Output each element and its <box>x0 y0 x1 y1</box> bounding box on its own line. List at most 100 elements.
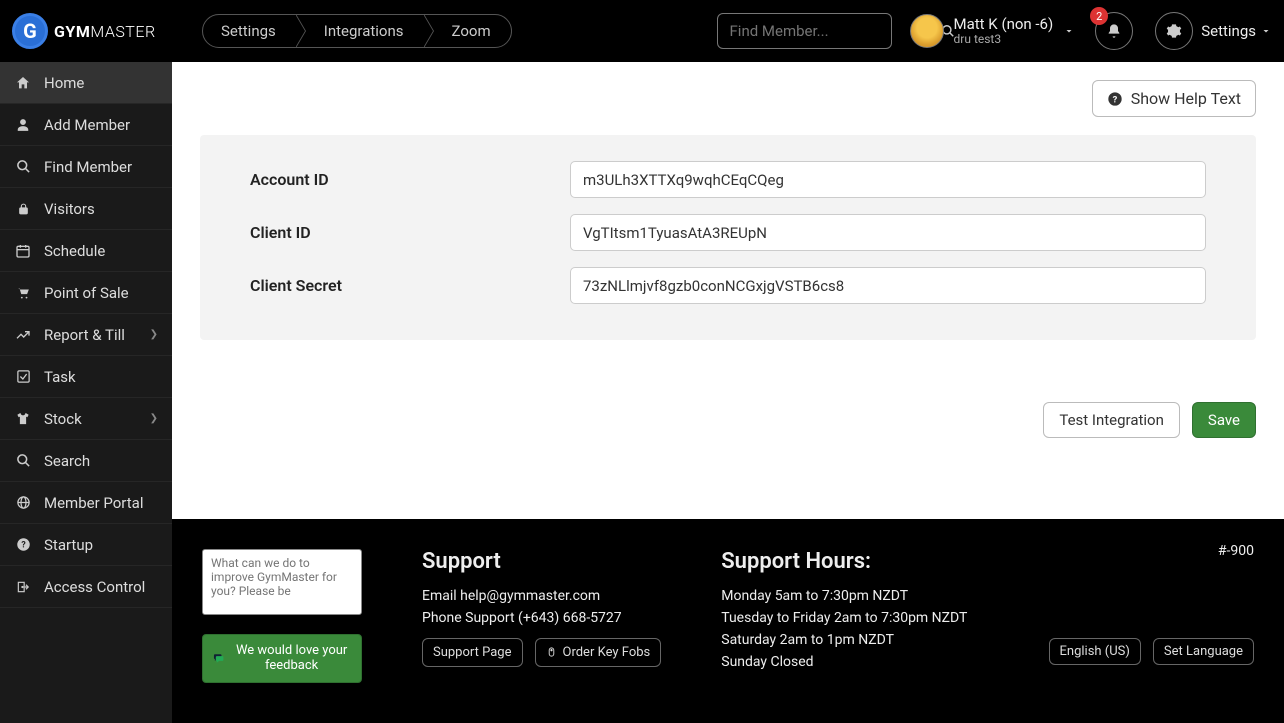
search-icon <box>14 453 32 468</box>
chevron-down-icon <box>1063 25 1075 37</box>
top-settings-menu[interactable]: Settings <box>1155 12 1272 50</box>
support-page-button[interactable]: Support Page <box>422 638 523 667</box>
support-hours-title: Support Hours: <box>721 549 967 574</box>
notifications-button[interactable]: 2 <box>1095 12 1133 50</box>
chat-icon <box>213 651 224 665</box>
sidebar-item-find-member[interactable]: Find Member <box>0 146 172 188</box>
support-email[interactable]: Email help@gymmaster.com <box>422 588 661 604</box>
avatar <box>910 14 944 48</box>
sidebar-item-schedule[interactable]: Schedule <box>0 230 172 272</box>
client-secret-label: Client Secret <box>250 276 570 295</box>
check-icon <box>14 369 32 384</box>
user-menu[interactable]: Matt K (non -6) dru test3 <box>910 14 1076 48</box>
sidebar-item-task[interactable]: Task <box>0 356 172 398</box>
build-tag: #-900 <box>1218 543 1254 559</box>
sidebar-item-label: Search <box>44 452 90 470</box>
calendar-icon <box>14 243 32 259</box>
search-icon <box>14 159 32 174</box>
sidebar-item-stock[interactable]: Stock ❯ <box>0 398 172 440</box>
hours-line: Tuesday to Friday 2am to 7:30pm NZDT <box>721 610 967 626</box>
member-search[interactable] <box>717 13 892 49</box>
crumb-zoom[interactable]: Zoom <box>424 15 511 47</box>
bell-icon <box>1106 23 1122 39</box>
svg-text:?: ? <box>21 541 26 551</box>
account-id-input[interactable] <box>570 161 1206 198</box>
sidebar-item-label: Schedule <box>44 242 105 260</box>
logo-bold: GYM <box>54 22 90 41</box>
save-button[interactable]: Save <box>1192 402 1256 438</box>
sidebar-item-label: Visitors <box>44 200 95 218</box>
shirt-icon <box>14 411 32 426</box>
support-phone: Phone Support (+643) 668-5727 <box>422 610 661 626</box>
language-select[interactable]: English (US) <box>1049 638 1141 665</box>
search-input[interactable] <box>718 22 941 40</box>
logo-badge: G <box>12 13 48 49</box>
person-icon <box>14 117 32 133</box>
sidebar-item-label: Home <box>44 74 84 92</box>
help-icon: ? <box>1107 91 1123 107</box>
chevron-right-icon: ❯ <box>150 413 158 424</box>
main: ? Show Help Text Account ID Client ID Cl… <box>172 62 1284 723</box>
sidebar: Home Add Member Find Member Visitors Schedul… <box>0 62 172 723</box>
chevron-right-icon: ❯ <box>150 329 158 340</box>
support-title: Support <box>422 549 661 574</box>
feedback-input[interactable] <box>202 549 362 615</box>
integration-form: Account ID Client ID Client Secret <box>200 135 1256 340</box>
client-secret-input[interactable] <box>570 267 1206 304</box>
gear-icon <box>1166 23 1182 39</box>
logo-text: GYMMASTER <box>54 22 156 41</box>
sidebar-item-startup[interactable]: ? Startup <box>0 524 172 566</box>
sidebar-item-search[interactable]: Search <box>0 440 172 482</box>
show-help-label: Show Help Text <box>1131 89 1241 108</box>
client-id-label: Client ID <box>250 223 570 242</box>
order-key-fobs-button[interactable]: Order Key Fobs <box>535 638 662 667</box>
globe-icon <box>14 495 32 510</box>
client-id-input[interactable] <box>570 214 1206 251</box>
sidebar-item-point-of-sale[interactable]: Point of Sale <box>0 272 172 314</box>
sidebar-item-label: Member Portal <box>44 494 143 512</box>
home-icon <box>14 75 32 91</box>
crumb-settings[interactable]: Settings <box>203 15 296 47</box>
crumb-integrations[interactable]: Integrations <box>296 15 424 47</box>
feedback-button[interactable]: We would love your feedback <box>202 634 362 683</box>
sidebar-item-report-till[interactable]: Report & Till❯ <box>0 314 172 356</box>
sidebar-item-access-control[interactable]: Access Control <box>0 566 172 608</box>
sidebar-item-visitors[interactable]: Visitors <box>0 188 172 230</box>
topbar: G GYMMASTER Settings Integrations Zoom M… <box>0 0 1284 62</box>
lock-icon <box>14 201 32 217</box>
feedback-button-label: We would love your feedback <box>232 643 351 674</box>
breadcrumb: Settings Integrations Zoom <box>202 14 512 48</box>
logo-light: MASTER <box>90 22 155 41</box>
logo[interactable]: G GYMMASTER <box>12 13 172 49</box>
gear-circle <box>1155 12 1193 50</box>
hours-line: Sunday Closed <box>721 654 967 670</box>
footer: We would love your feedback Support Emai… <box>172 519 1284 723</box>
help-icon: ? <box>14 537 32 552</box>
account-id-label: Account ID <box>250 170 570 189</box>
order-fobs-label: Order Key Fobs <box>563 645 651 660</box>
sidebar-item-label: Startup <box>44 536 93 554</box>
top-settings-label: Settings <box>1201 22 1256 40</box>
sidebar-item-label: Task <box>44 368 76 386</box>
user-sub: dru test3 <box>954 33 1054 46</box>
svg-text:?: ? <box>1112 94 1117 105</box>
sidebar-item-home[interactable]: Home <box>0 62 172 104</box>
sidebar-item-add-member[interactable]: Add Member <box>0 104 172 146</box>
show-help-button[interactable]: ? Show Help Text <box>1092 80 1256 117</box>
door-icon <box>14 580 32 594</box>
sidebar-item-member-portal[interactable]: Member Portal <box>0 482 172 524</box>
sidebar-item-label: Find Member <box>44 158 132 176</box>
set-language-button[interactable]: Set Language <box>1153 638 1254 665</box>
sidebar-item-label: Stock <box>44 410 82 428</box>
test-integration-button[interactable]: Test Integration <box>1043 402 1180 438</box>
fob-icon <box>546 645 557 659</box>
chevron-down-icon <box>1260 25 1272 37</box>
cart-icon <box>14 286 32 300</box>
hours-line: Monday 5am to 7:30pm NZDT <box>721 588 967 604</box>
sidebar-item-label: Access Control <box>44 578 145 596</box>
hours-line: Saturday 2am to 1pm NZDT <box>721 632 967 648</box>
sidebar-item-label: Add Member <box>44 116 130 134</box>
chart-icon <box>14 327 32 343</box>
user-name: Matt K (non -6) <box>954 16 1054 33</box>
sidebar-item-label: Point of Sale <box>44 284 129 302</box>
